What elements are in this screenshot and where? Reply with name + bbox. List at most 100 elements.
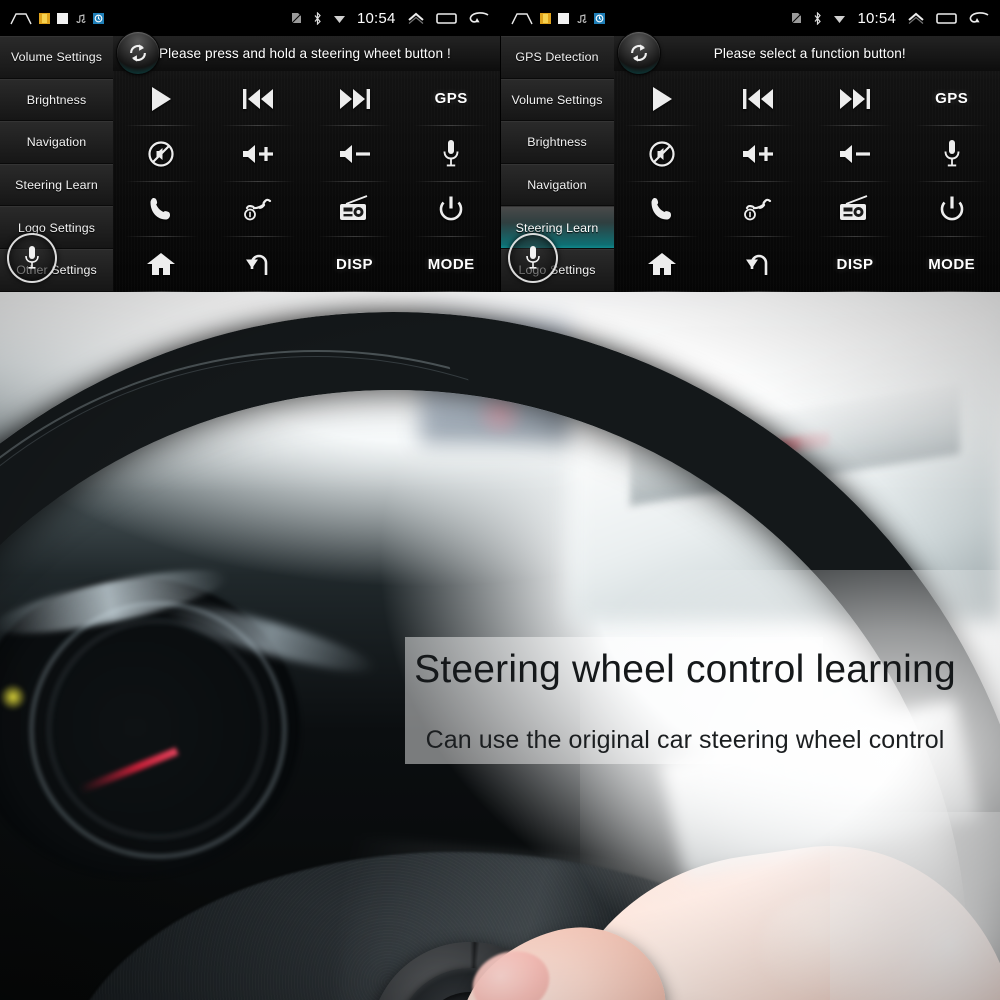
call-answer-icon — [651, 198, 671, 220]
back-icon[interactable] — [968, 11, 990, 25]
sidebar-item-volume-settings[interactable]: Volume Settings — [0, 36, 113, 79]
radio-icon — [339, 195, 367, 221]
button-previous-track[interactable] — [210, 71, 307, 127]
mute-icon — [649, 141, 675, 167]
microphone-icon — [25, 246, 39, 269]
sidebar-item-navigation[interactable]: Navigation — [0, 121, 113, 164]
button-volume-up[interactable] — [210, 126, 307, 182]
sd-card-icon — [792, 13, 802, 24]
button-back[interactable] — [210, 237, 307, 292]
sidebar-item-navigation[interactable]: Navigation — [500, 163, 614, 207]
button-next-track[interactable] — [306, 71, 403, 127]
floating-microphone-button[interactable] — [507, 233, 558, 283]
ui-panels-strip: 10:54 Volume Settings Brightness Navigat… — [0, 0, 1000, 292]
back-icon[interactable] — [468, 11, 490, 25]
android-home-outline-icon — [10, 12, 32, 24]
sidebar-right: GPS Detection Volume Settings Brightness… — [500, 36, 614, 292]
mute-icon — [148, 141, 174, 167]
button-microphone[interactable] — [403, 126, 500, 182]
status-bar-right: 10:54 — [500, 0, 1000, 36]
home-icon — [147, 253, 176, 276]
button-disp[interactable]: DISP — [807, 237, 904, 292]
button-microphone[interactable] — [903, 126, 1000, 182]
button-mode[interactable]: MODE — [903, 237, 1000, 292]
status-bar-left: 10:54 — [0, 0, 500, 36]
sidebar-item-label: GPS Detection — [515, 50, 599, 65]
panel-body-right: GPS Detection Volume Settings Brightness… — [500, 32, 1000, 292]
function-button-grid-left: GPS DISP MODE — [113, 71, 500, 292]
recents-icon[interactable] — [936, 12, 957, 25]
back-arrow-icon — [746, 255, 768, 276]
bluetooth-icon — [814, 11, 822, 25]
button-volume-down[interactable] — [807, 126, 904, 182]
button-call-answer[interactable] — [614, 182, 711, 238]
content-title-left: Please press and hold a steering wheet b… — [159, 46, 451, 61]
caption-title: Steering wheel control learning — [414, 648, 956, 691]
clock-badge-icon — [593, 12, 605, 24]
home-icon — [647, 253, 676, 276]
bluetooth-icon — [314, 11, 321, 25]
content-header-left: Please press and hold a steering wheet b… — [113, 32, 500, 74]
sidebar-item-brightness[interactable]: Brightness — [0, 78, 113, 122]
button-volume-down[interactable] — [306, 126, 403, 182]
button-mode[interactable]: MODE — [403, 237, 500, 292]
button-radio[interactable] — [807, 182, 904, 238]
sidebar-item-volume-settings[interactable]: Volume Settings — [500, 78, 614, 122]
button-previous-track[interactable] — [710, 71, 807, 127]
refresh-sync-icon — [130, 44, 146, 62]
next-track-icon — [840, 88, 871, 109]
volume-up-icon — [242, 144, 273, 163]
refresh-sync-button[interactable] — [117, 32, 159, 74]
volume-down-icon — [840, 144, 871, 163]
status-bar-clock: 10:54 — [356, 9, 396, 27]
button-home[interactable] — [614, 237, 711, 292]
sidebar-item-brightness[interactable]: Brightness — [500, 121, 614, 164]
button-play[interactable] — [614, 71, 711, 127]
call-answer-icon — [150, 198, 171, 220]
notification-icon — [539, 12, 551, 24]
android-home-outline-icon — [510, 12, 533, 24]
button-play[interactable] — [113, 71, 210, 127]
button-back[interactable] — [710, 237, 807, 292]
button-volume-up[interactable] — [710, 126, 807, 182]
power-icon — [940, 196, 963, 221]
status-bar-left-icons — [10, 12, 104, 25]
recents-icon[interactable] — [435, 12, 457, 25]
power-icon — [439, 196, 463, 221]
button-mute[interactable] — [614, 126, 711, 182]
button-call-hangup[interactable] — [210, 182, 307, 238]
sidebar-item-gps-detection[interactable]: GPS Detection — [500, 36, 614, 79]
button-next-track[interactable] — [807, 71, 904, 127]
notification-icon — [39, 12, 50, 24]
play-icon — [652, 86, 672, 111]
button-call-answer[interactable] — [113, 182, 210, 238]
volume-down-icon — [339, 144, 370, 163]
refresh-sync-button[interactable] — [617, 32, 660, 74]
floating-microphone-button[interactable] — [7, 233, 57, 283]
button-radio[interactable] — [306, 182, 403, 238]
microphone-icon — [443, 139, 459, 167]
button-disp[interactable]: DISP — [306, 237, 403, 292]
call-hangup-icon — [744, 198, 772, 221]
content-title-right: Please select a function button! — [713, 46, 906, 61]
status-bar-right-icons: 10:54 — [791, 10, 990, 27]
panel-right: 10:54 GPS Detection Volume Settings Brig… — [500, 0, 1000, 292]
button-gps[interactable]: GPS — [903, 71, 1000, 127]
content-right: Please select a function button! GPS DIS… — [613, 32, 1000, 292]
app-square-icon — [557, 12, 569, 24]
sidebar-item-steering-learn[interactable]: Steering Learn — [0, 163, 113, 207]
button-call-hangup[interactable] — [710, 182, 807, 238]
sidebar-left: Volume Settings Brightness Navigation St… — [0, 36, 113, 292]
sidebar-item-label: Brightness — [26, 92, 87, 107]
button-mute[interactable] — [113, 126, 210, 182]
microphone-icon — [525, 246, 540, 269]
sidebar-item-label: Navigation — [26, 135, 87, 150]
button-power[interactable] — [403, 182, 500, 238]
button-home[interactable] — [113, 237, 210, 292]
button-power[interactable] — [903, 182, 1000, 238]
sidebar-item-label: Volume Settings — [10, 50, 103, 65]
sidebar-item-label: Brightness — [527, 135, 587, 150]
clock-badge-icon — [93, 12, 104, 24]
sidebar-item-label: Navigation — [527, 178, 587, 193]
button-gps[interactable]: GPS — [403, 71, 500, 127]
